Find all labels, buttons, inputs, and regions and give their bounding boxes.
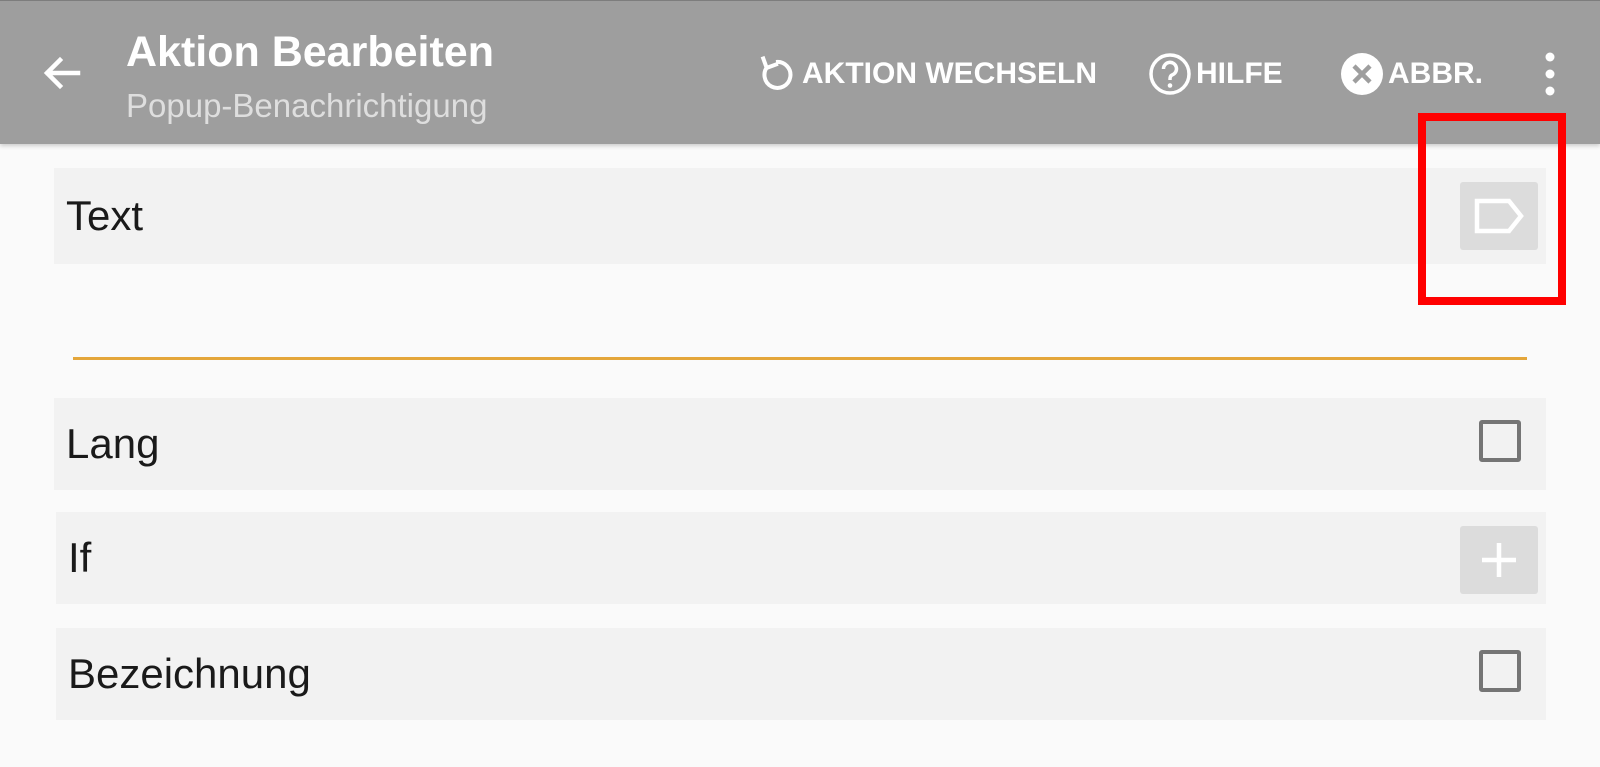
lang-row[interactable]: Lang [54,398,1546,490]
close-circle-icon [1341,53,1383,95]
cancel-button[interactable]: ABBR. [1340,49,1483,99]
plus-icon [1482,543,1516,577]
add-condition-button[interactable] [1460,526,1538,594]
switch-action-button[interactable]: AKTION WECHSELN [754,49,1097,99]
text-input-underline[interactable] [73,357,1527,360]
bezeichnung-checkbox[interactable] [1479,650,1521,692]
more-vert-icon [1545,52,1555,96]
more-options-button[interactable] [1530,47,1570,101]
bezeichnung-row[interactable]: Bezeichnung [56,628,1546,720]
help-circle-icon [1149,53,1191,95]
cancel-label: ABBR. [1388,57,1483,90]
back-button[interactable] [34,45,90,101]
lang-checkbox[interactable] [1479,420,1521,462]
app-toolbar: Aktion Bearbeiten Popup-Benachrichtigung… [0,0,1600,144]
refresh-icon [760,55,793,90]
if-label: If [68,534,92,581]
help-button[interactable]: HILFE [1148,49,1283,99]
screen: Aktion Bearbeiten Popup-Benachrichtigung… [0,0,1600,767]
text-field-row[interactable]: Text [54,168,1546,264]
page-subtitle: Popup-Benachrichtigung [126,87,488,124]
arrow-left-icon [43,56,81,90]
page-title: Aktion Bearbeiten [126,28,494,76]
label-tag-icon [1474,198,1524,234]
switch-action-label: AKTION WECHSELN [802,57,1097,90]
if-row[interactable]: If [56,512,1546,604]
lang-label: Lang [66,420,160,467]
text-field-label: Text [66,192,144,239]
help-label: HILFE [1196,57,1283,90]
bezeichnung-label: Bezeichnung [68,650,311,697]
variable-tag-button[interactable] [1460,182,1538,250]
